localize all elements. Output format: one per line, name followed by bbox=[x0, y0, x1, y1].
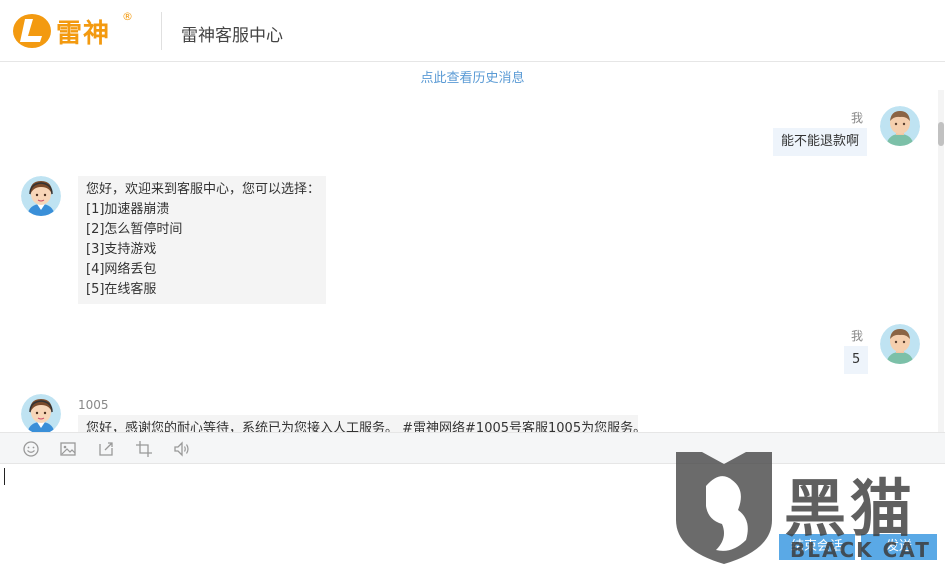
screenshot-icon[interactable] bbox=[135, 440, 153, 458]
logo-icon bbox=[13, 14, 51, 48]
message-bubble: 能不能退款啊 bbox=[773, 128, 868, 156]
message-line: 您好，欢迎来到客服中心，您可以选择： bbox=[86, 182, 321, 197]
message-bubble: 您好，感谢您的耐心等待，系统已为您接入人工服务。 #雷神网络#1005号客服10… bbox=[78, 415, 647, 432]
message-line: 您好，感谢您的耐心等待，系统已为您接入人工服务。 #雷神网络#1005号客服10… bbox=[86, 421, 647, 432]
user-avatar bbox=[880, 324, 920, 364]
logo-text: 雷神 bbox=[56, 18, 111, 49]
header-divider bbox=[161, 12, 162, 50]
agent-name: 1005 bbox=[78, 398, 109, 412]
file-upload-icon[interactable] bbox=[97, 440, 115, 458]
user-avatar bbox=[880, 106, 920, 146]
emoji-icon[interactable] bbox=[22, 440, 40, 458]
sender-name: 我 bbox=[851, 329, 864, 343]
agent-avatar bbox=[21, 394, 61, 432]
header: 雷神 ® 雷神客服中心 bbox=[0, 0, 945, 62]
page-title: 雷神客服中心 bbox=[181, 26, 283, 46]
end-session-button[interactable]: 结束会话 bbox=[779, 534, 855, 560]
sender-name: 我 bbox=[851, 111, 864, 125]
text-caret bbox=[4, 468, 5, 485]
message-line: [3]支持游戏 bbox=[86, 242, 157, 257]
message-input[interactable] bbox=[4, 468, 664, 538]
scrollbar-thumb[interactable] bbox=[938, 122, 944, 146]
voice-icon[interactable] bbox=[173, 440, 191, 458]
image-icon[interactable] bbox=[59, 440, 77, 458]
message-line: [5]在线客服 bbox=[86, 282, 157, 297]
message-bubble: 您好，欢迎来到客服中心，您可以选择： [1]加速器崩溃 [2]怎么暂停时间 [3… bbox=[78, 176, 326, 304]
agent-avatar bbox=[21, 176, 61, 216]
message-line: [2]怎么暂停时间 bbox=[86, 222, 183, 237]
message-line: [4]网络丢包 bbox=[86, 262, 157, 277]
chat-area: 点此查看历史消息 我 能不能退款啊 您好，欢迎来到客服中心，您可以选择： [1]… bbox=[0, 62, 945, 432]
message-line: [1]加速器崩溃 bbox=[86, 202, 170, 217]
logo: 雷神 ® bbox=[12, 10, 133, 50]
send-button[interactable]: 发送 bbox=[861, 534, 937, 560]
input-toolbar bbox=[0, 432, 945, 464]
registered-mark: ® bbox=[122, 10, 133, 23]
message-bubble: 5 bbox=[844, 346, 869, 374]
history-link[interactable]: 点此查看历史消息 bbox=[0, 67, 945, 86]
